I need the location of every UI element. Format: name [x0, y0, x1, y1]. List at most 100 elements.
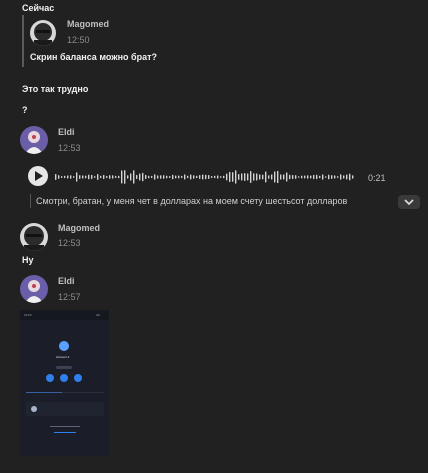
waveform-bar [103, 174, 105, 180]
waveform-bar [331, 175, 333, 179]
waveform-bar [142, 172, 144, 182]
waveform-bar [145, 174, 147, 180]
waveform-bar [313, 174, 315, 180]
waveform-bar [241, 173, 243, 181]
play-button[interactable] [28, 166, 48, 186]
message-time: 12:53 [58, 238, 81, 248]
waveform-bar [217, 175, 219, 179]
waveform-bar [316, 174, 318, 180]
waveform-bar [67, 175, 69, 179]
waveform-bar [79, 175, 81, 179]
waveform-bar [70, 175, 72, 179]
wallet-screenshot-image [20, 310, 109, 456]
waveform-bar [73, 176, 75, 178]
waveform-bar [199, 175, 201, 179]
avatar-eldi[interactable] [20, 275, 48, 303]
waveform-bar [253, 173, 255, 181]
waveform-bar [349, 173, 351, 181]
waveform-bar [82, 175, 84, 179]
waveform-bar [301, 175, 303, 179]
waveform-bar [130, 173, 132, 181]
waveform-bar [91, 174, 93, 180]
waveform-bar [196, 175, 198, 179]
waveform-bar [76, 172, 78, 182]
waveform-bar [163, 175, 165, 179]
waveform-bar [118, 175, 120, 179]
waveform-bar [310, 175, 312, 179]
chevron-down-icon [404, 199, 414, 205]
waveform-bar [223, 175, 225, 179]
reply-author: Magomed [67, 19, 110, 29]
waveform-bar [346, 174, 348, 180]
waveform-bar [337, 176, 339, 178]
waveform-bar [325, 176, 327, 178]
avatar-magomed[interactable] [20, 223, 48, 251]
author-name: Eldi [58, 127, 75, 137]
waveform-bar [139, 173, 141, 181]
waveform-bar [343, 175, 345, 179]
waveform-bar [304, 175, 306, 179]
waveform-bar [160, 175, 162, 179]
waveform-bar [208, 174, 210, 180]
quote-bar [22, 15, 24, 67]
status-time: 19:03 [24, 313, 32, 317]
voice-duration: 0:21 [368, 173, 386, 183]
waveform-bar [328, 174, 330, 180]
waveform-bar [298, 176, 300, 178]
waveform-bar [58, 175, 60, 179]
waveform-bar [109, 175, 111, 179]
waveform-bar [64, 175, 66, 179]
waveform-bar [322, 174, 324, 180]
waveform-bar [283, 174, 285, 180]
waveform-bar [61, 176, 63, 178]
waveform-bar [115, 175, 117, 179]
waveform-bar [133, 170, 135, 184]
waveform-bar [292, 174, 294, 180]
waveform-bar [229, 171, 231, 183]
play-icon [35, 171, 43, 181]
waveform-bar [154, 174, 156, 180]
waveform-bar [127, 175, 129, 179]
waveform-bar [238, 174, 240, 180]
waveform-bar [214, 175, 216, 179]
waveform-bar [94, 176, 96, 178]
avatar-eldi[interactable] [20, 126, 48, 154]
waveform-bar [106, 175, 108, 179]
waveform-bar [262, 174, 264, 180]
message-time: 12:57 [58, 292, 81, 302]
waveform-bar [157, 175, 159, 179]
voice-waveform[interactable] [55, 169, 360, 185]
waveform-bar [259, 174, 261, 180]
image-attachment[interactable]: 19:03 4G Account 2 [20, 310, 109, 456]
waveform-bar [187, 175, 189, 179]
waveform-bar [85, 175, 87, 179]
reply-text: Скрин баланса можно брат? [30, 52, 158, 62]
waveform-bar [181, 175, 183, 179]
waveform-bar [136, 174, 138, 180]
author-name: Magomed [58, 223, 101, 233]
waveform-bar [211, 175, 213, 179]
waveform-bar [319, 175, 321, 179]
waveform-bar [148, 175, 150, 179]
waveform-bar [121, 170, 123, 184]
voice-transcript: Смотри, братан, у меня чет в долларах на… [36, 196, 348, 206]
waveform-bar [100, 175, 102, 179]
message-text: Это так трудно [22, 84, 89, 94]
message-text: Ну [22, 255, 34, 265]
waveform-bar [277, 170, 279, 184]
waveform-bar [193, 175, 195, 179]
waveform-bar [172, 174, 174, 180]
waveform-bar [166, 175, 168, 179]
avatar-magomed[interactable] [30, 20, 56, 46]
waveform-bar [274, 171, 276, 183]
waveform-bar [205, 174, 207, 180]
waveform-bar [235, 170, 237, 184]
waveform-bar [340, 174, 342, 180]
waveform-bar [175, 175, 177, 179]
waveform-bar [178, 175, 180, 179]
transcript-bar [30, 194, 31, 208]
waveform-bar [202, 174, 204, 180]
expand-transcript-button[interactable] [398, 195, 420, 209]
waveform-bar [286, 172, 288, 182]
waveform-bar [250, 170, 252, 184]
